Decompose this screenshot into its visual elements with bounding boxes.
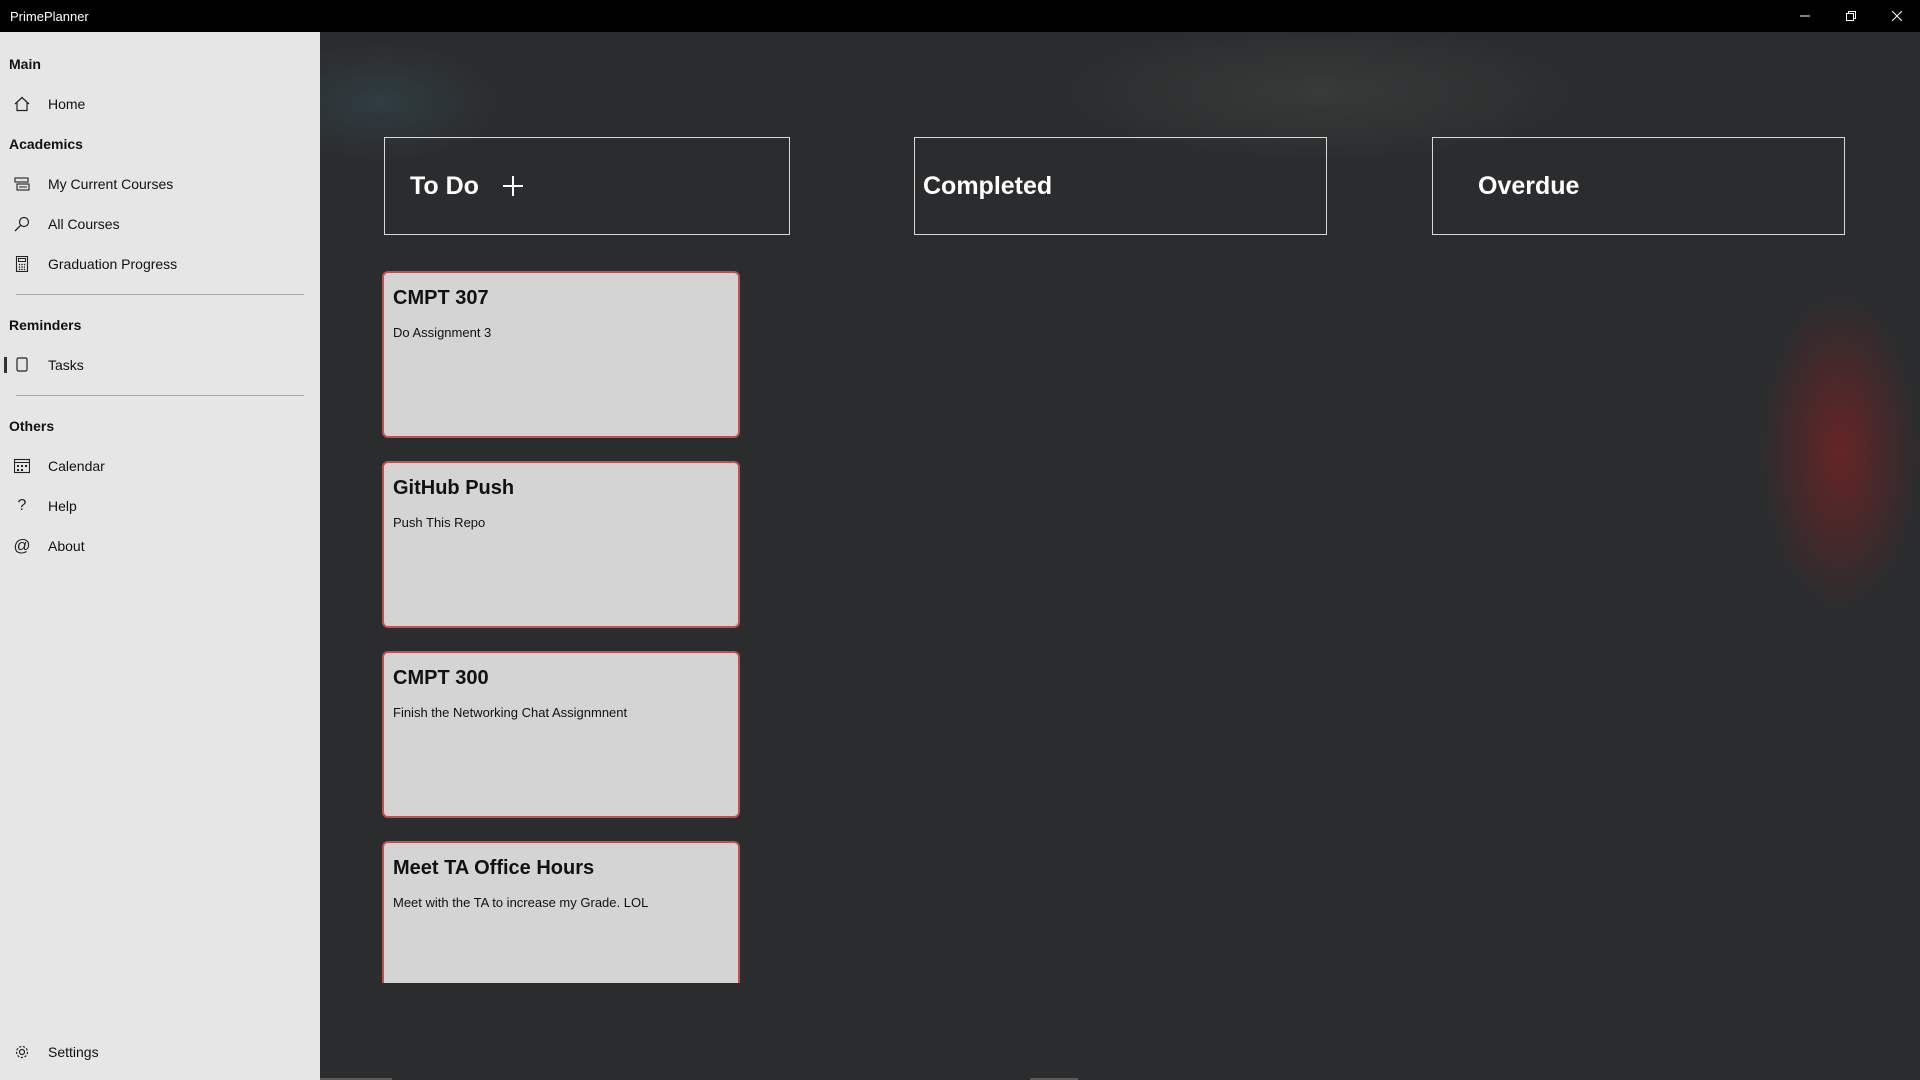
column-header-completed: Completed: [914, 137, 1327, 235]
sidebar-item-label: Calendar: [48, 458, 105, 474]
task-description: Finish the Networking Chat Assignmnent: [393, 705, 628, 720]
sidebar-item-label: Tasks: [48, 357, 84, 373]
window-controls: [1782, 0, 1920, 32]
task-description: Meet with the TA to increase my Grade. L…: [393, 895, 649, 910]
at-icon: @: [13, 536, 31, 555]
sidebar-item-home[interactable]: Home: [0, 84, 320, 124]
task-card[interactable]: CMPT 307 Do Assignment 3: [382, 271, 740, 438]
sidebar-item-label: Graduation Progress: [48, 256, 178, 272]
plus-icon: [502, 176, 523, 196]
search-icon: [13, 215, 31, 233]
calendar-icon: [13, 457, 31, 475]
sidebar-item-my-current-courses[interactable]: My Current Courses: [0, 164, 320, 204]
title-bar: PrimePlanner: [0, 0, 1920, 32]
column-title-completed: Completed: [923, 171, 1053, 200]
sidebar-item-help[interactable]: ? Help: [0, 486, 320, 526]
divider: [16, 294, 304, 295]
tasks-icon: [13, 356, 31, 374]
task-description: Do Assignment 3: [393, 325, 492, 340]
column-header-todo: To Do: [384, 137, 790, 235]
app-title: PrimePlanner: [10, 8, 89, 24]
column-header-overdue: Overdue: [1432, 137, 1845, 235]
sidebar-item-settings[interactable]: Settings: [0, 1032, 320, 1072]
sidebar-item-label: About: [48, 538, 85, 554]
task-title: GitHub Push: [393, 477, 515, 499]
section-reminders: Reminders: [9, 317, 82, 333]
task-title: CMPT 307: [393, 287, 489, 309]
home-icon: [13, 95, 31, 113]
minimize-button[interactable]: [1782, 0, 1828, 32]
minimize-icon: [1800, 15, 1810, 17]
sidebar: Main Home Academics My Current Courses A…: [0, 32, 320, 1080]
sidebar-item-all-courses[interactable]: All Courses: [0, 204, 320, 244]
task-card[interactable]: Meet TA Office Hours Meet with the TA to…: [382, 841, 740, 983]
sidebar-item-label: My Current Courses: [48, 176, 174, 192]
add-task-button[interactable]: [501, 174, 525, 198]
close-icon: [1892, 11, 1902, 21]
sidebar-item-calendar[interactable]: Calendar: [0, 446, 320, 486]
task-description: Push This Repo: [393, 515, 486, 530]
section-main: Main: [9, 56, 41, 72]
sidebar-item-label: Settings: [48, 1044, 99, 1060]
sidebar-item-label: Help: [48, 498, 77, 514]
task-title: CMPT 300: [393, 667, 489, 689]
gear-icon: [13, 1043, 31, 1061]
divider: [16, 395, 304, 396]
sidebar-item-label: Home: [48, 96, 86, 112]
sidebar-item-label: All Courses: [48, 216, 120, 232]
task-board: To Do Completed Overdue CMPT 307 Do Assi…: [320, 32, 1920, 1080]
column-title-overdue: Overdue: [1478, 171, 1580, 200]
restore-button[interactable]: [1828, 0, 1874, 32]
task-title: Meet TA Office Hours: [393, 857, 595, 879]
task-card[interactable]: CMPT 300 Finish the Networking Chat Assi…: [382, 651, 740, 818]
section-others: Others: [9, 418, 55, 434]
calculator-icon: [13, 255, 31, 273]
section-academics: Academics: [9, 136, 83, 152]
restore-icon: [1846, 11, 1856, 21]
sidebar-item-tasks[interactable]: Tasks: [0, 345, 320, 385]
courses-icon: [13, 175, 31, 193]
sidebar-item-about[interactable]: @ About: [0, 526, 320, 566]
close-button[interactable]: [1874, 0, 1920, 32]
sidebar-item-graduation-progress[interactable]: Graduation Progress: [0, 244, 320, 284]
help-icon: ?: [17, 497, 27, 514]
column-title-todo: To Do: [410, 171, 479, 200]
task-card[interactable]: GitHub Push Push This Repo: [382, 461, 740, 628]
